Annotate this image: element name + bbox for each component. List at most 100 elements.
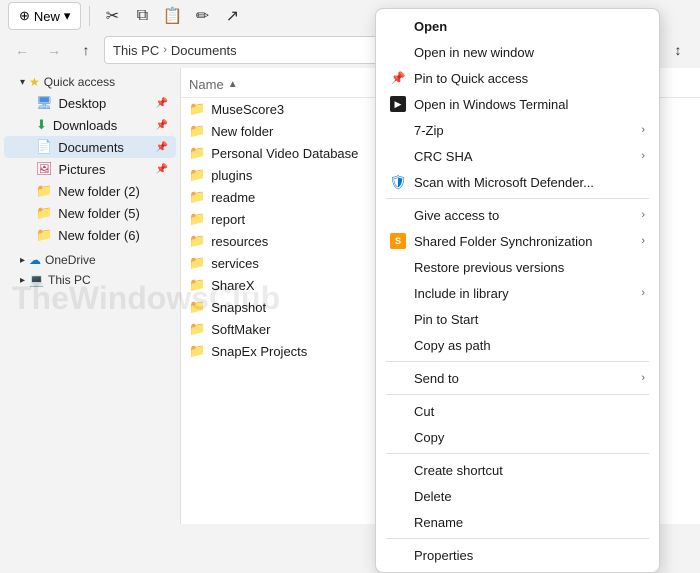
- copy-toolbar-button[interactable]: ⧉: [128, 2, 156, 30]
- cm-crc-sha[interactable]: CRC SHA ›: [376, 143, 659, 169]
- cm-restore-prev[interactable]: Restore previous versions: [376, 254, 659, 280]
- cm-open[interactable]: Open: [376, 13, 659, 39]
- sidebar-item-newfolder2[interactable]: 📁 New folder (2): [4, 180, 176, 202]
- pin-icon-pictures: 📌: [156, 164, 168, 175]
- cm-include-library[interactable]: Include in library ›: [376, 280, 659, 306]
- file-plugins-label: plugins: [211, 168, 252, 183]
- back-button[interactable]: ←: [8, 36, 36, 64]
- sidebar-item-downloads[interactable]: ⬇ Downloads 📌: [4, 114, 176, 136]
- cm-properties[interactable]: Properties: [376, 542, 659, 568]
- breadcrumb-thispc[interactable]: This PC: [113, 43, 159, 58]
- sidebar-item-newfolder2-label: New folder (2): [58, 184, 140, 199]
- new-button[interactable]: ⊕ New ▾: [8, 2, 81, 30]
- cm-7zip-label: 7-Zip: [414, 123, 633, 138]
- 7zip-icon: [390, 122, 406, 138]
- new-label: New: [34, 9, 60, 24]
- cm-scan-defender-label: Scan with Microsoft Defender...: [414, 175, 645, 190]
- file-softmaker-label: SoftMaker: [211, 322, 270, 337]
- cm-7zip[interactable]: 7-Zip ›: [376, 117, 659, 143]
- sidebar: ▾ ★ Quick access 🖥 Desktop 📌 ⬇ Downloads…: [0, 68, 180, 524]
- copy-icon: [390, 429, 406, 445]
- star-icon: ★: [29, 75, 40, 89]
- cm-send-to[interactable]: Send to ›: [376, 365, 659, 391]
- cm-separator-2: [386, 361, 649, 362]
- file-newfolder-label: New folder: [211, 124, 273, 139]
- downloads-icon: ⬇: [36, 117, 47, 133]
- shared-sync-arrow-icon: ›: [641, 235, 645, 247]
- onedrive-icon: ☁: [29, 253, 41, 267]
- forward-button[interactable]: →: [40, 36, 68, 64]
- name-column-header[interactable]: Name: [189, 77, 224, 92]
- file-snapex-label: SnapEx Projects: [211, 344, 307, 359]
- pin-quick-access-icon: 📌: [390, 70, 406, 86]
- folder-snapex-icon: 📁: [189, 343, 205, 359]
- cm-copy-as-path-label: Copy as path: [414, 338, 645, 353]
- expand-icon-onedrive: ▸: [20, 255, 25, 266]
- sort-button[interactable]: ↕: [664, 36, 692, 64]
- crcsha-arrow-icon: ›: [641, 150, 645, 162]
- cm-pin-quick-access[interactable]: 📌 Pin to Quick access: [376, 65, 659, 91]
- cm-give-access[interactable]: Give access to ›: [376, 202, 659, 228]
- toolbar-icons: ✂ ⧉ 📋 ✏ ↗: [98, 2, 246, 30]
- cm-create-shortcut[interactable]: Create shortcut: [376, 457, 659, 483]
- sidebar-item-documents[interactable]: 📄 Documents 📌: [4, 136, 176, 158]
- cm-separator-3: [386, 394, 649, 395]
- cut-icon: [390, 403, 406, 419]
- cm-open-label: Open: [414, 19, 645, 34]
- breadcrumb-documents[interactable]: Documents: [171, 43, 237, 58]
- expand-icon: ▾: [20, 77, 25, 88]
- open-icon: [390, 18, 406, 34]
- up-button[interactable]: ↑: [72, 36, 100, 64]
- cm-delete[interactable]: Delete: [376, 483, 659, 509]
- file-services-label: services: [211, 256, 259, 271]
- cm-cut[interactable]: Cut: [376, 398, 659, 424]
- toolbar-separator: [89, 6, 90, 26]
- cm-delete-label: Delete: [414, 489, 645, 504]
- sidebar-item-pictures[interactable]: 🖼 Pictures 📌: [4, 158, 176, 180]
- sidebar-section-onedrive[interactable]: ▸ ☁ OneDrive: [0, 250, 180, 270]
- cm-rename[interactable]: Rename: [376, 509, 659, 535]
- plus-icon: ⊕: [19, 8, 30, 24]
- cm-open-terminal[interactable]: ▶ Open in Windows Terminal: [376, 91, 659, 117]
- new-arrow: ▾: [64, 8, 71, 24]
- sidebar-item-documents-label: Documents: [58, 140, 124, 155]
- cm-pin-start-label: Pin to Start: [414, 312, 645, 327]
- desktop-icon: 🖥: [36, 95, 53, 111]
- cm-crc-sha-label: CRC SHA: [414, 149, 633, 164]
- share-toolbar-button[interactable]: ↗: [218, 2, 246, 30]
- cm-shared-sync[interactable]: S Shared Folder Synchronization ›: [376, 228, 659, 254]
- sidebar-item-downloads-label: Downloads: [53, 118, 117, 133]
- folder-sharex-icon: 📁: [189, 277, 205, 293]
- cm-properties-label: Properties: [414, 548, 645, 563]
- paste-toolbar-button[interactable]: 📋: [158, 2, 186, 30]
- defender-icon: 🛡: [390, 174, 406, 190]
- sidebar-section-quickaccess[interactable]: ▾ ★ Quick access: [0, 72, 180, 92]
- sidebar-item-newfolder5[interactable]: 📁 New folder (5): [4, 202, 176, 224]
- sidebar-section-thispc[interactable]: ▸ 💻 This PC: [0, 270, 180, 290]
- terminal-icon: ▶: [390, 96, 406, 112]
- cm-send-to-label: Send to: [414, 371, 633, 386]
- cut-toolbar-button[interactable]: ✂: [98, 2, 126, 30]
- shared-sync-icon: S: [390, 233, 406, 249]
- cm-give-access-label: Give access to: [414, 208, 633, 223]
- folder-icon-2: 📁: [36, 205, 52, 221]
- cm-rename-label: Rename: [414, 515, 645, 530]
- crcsha-icon: [390, 148, 406, 164]
- delete-icon: [390, 488, 406, 504]
- sort-arrow-icon: ▲: [228, 79, 238, 90]
- folder-pvd-icon: 📁: [189, 145, 205, 161]
- sidebar-item-desktop[interactable]: 🖥 Desktop 📌: [4, 92, 176, 114]
- cm-open-terminal-label: Open in Windows Terminal: [414, 97, 645, 112]
- cm-copy[interactable]: Copy: [376, 424, 659, 450]
- sidebar-item-newfolder6[interactable]: 📁 New folder (6): [4, 224, 176, 246]
- file-readme-label: readme: [211, 190, 255, 205]
- cm-scan-defender[interactable]: 🛡 Scan with Microsoft Defender...: [376, 169, 659, 195]
- properties-icon: [390, 547, 406, 563]
- cm-pin-start[interactable]: Pin to Start: [376, 306, 659, 332]
- expand-icon-thispc: ▸: [20, 275, 25, 286]
- documents-icon: 📄: [36, 139, 52, 155]
- breadcrumb-sep1: ›: [163, 44, 167, 56]
- cm-copy-as-path[interactable]: Copy as path: [376, 332, 659, 358]
- cm-open-new-window[interactable]: Open in new window: [376, 39, 659, 65]
- rename-toolbar-button[interactable]: ✏: [188, 2, 216, 30]
